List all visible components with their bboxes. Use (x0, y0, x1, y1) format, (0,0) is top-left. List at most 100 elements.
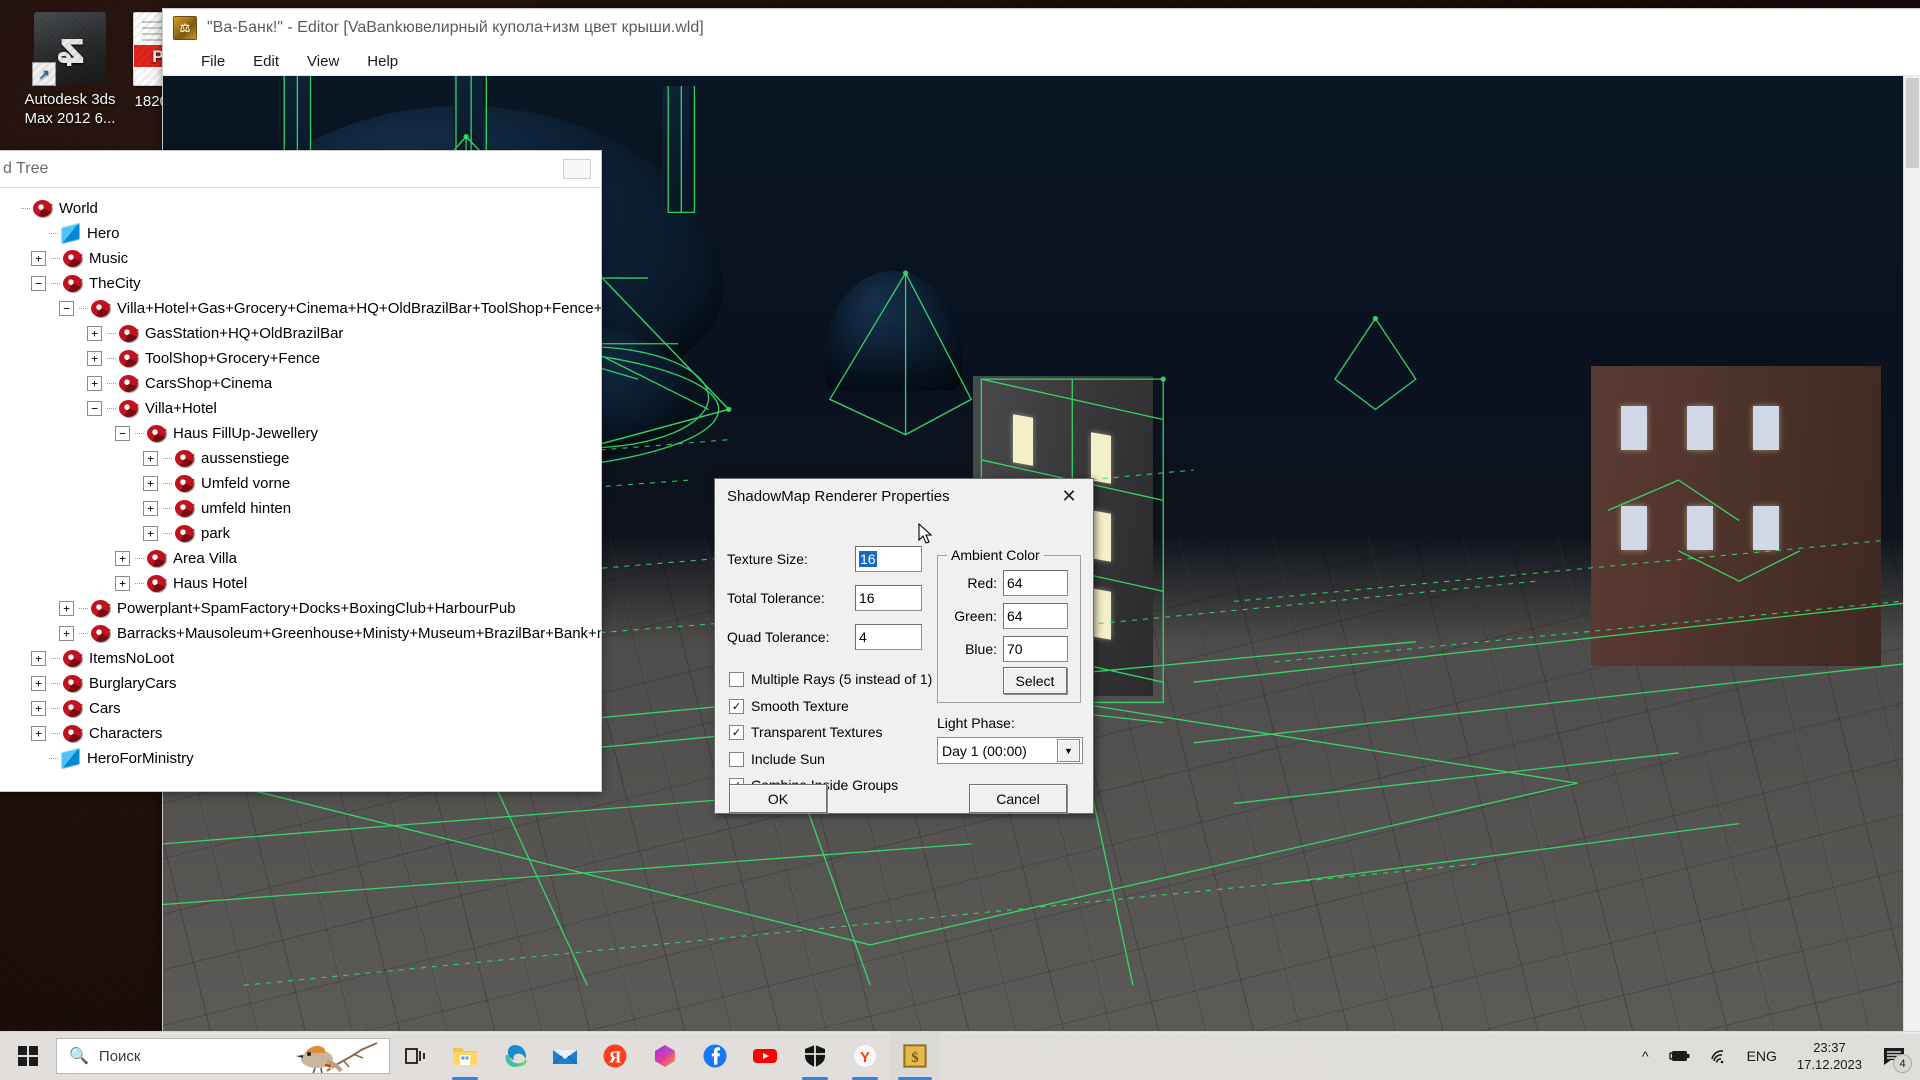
taskbar-button-yandex[interactable]: Я (590, 1032, 640, 1080)
menu-item-file[interactable]: File (187, 50, 239, 73)
start-button[interactable] (0, 1032, 56, 1080)
taskbar-button-mail[interactable] (540, 1032, 590, 1080)
expand-toggle-icon[interactable]: + (143, 451, 158, 466)
tree-node[interactable]: +BurglaryCars (0, 671, 601, 696)
tree-node[interactable]: World (0, 196, 601, 221)
menu-item-help[interactable]: Help (353, 50, 412, 73)
texture-size-input[interactable]: 16 (855, 546, 922, 572)
tree-node[interactable]: +Barracks+Mausoleum+Greenhouse+Ministy+M… (0, 621, 601, 646)
tree-node-label: umfeld hinten (201, 500, 291, 517)
expand-toggle-icon[interactable]: + (115, 576, 130, 591)
menu-item-edit[interactable]: Edit (239, 50, 293, 73)
expand-toggle-icon[interactable]: + (115, 551, 130, 566)
total-tolerance-input[interactable]: 16 (855, 585, 922, 611)
tree-node[interactable]: HeroForMinistry (0, 746, 601, 771)
taskbar-button-yandex-browser[interactable]: Y (840, 1032, 890, 1080)
checkbox-box[interactable]: ✓ (729, 699, 744, 714)
tree-node[interactable]: +Powerplant+SpamFactory+Docks+BoxingClub… (0, 596, 601, 621)
expand-toggle-icon[interactable]: + (143, 476, 158, 491)
tree-node[interactable]: +GasStation+HQ+OldBrazilBar (0, 321, 601, 346)
viewport-scrollbar-vertical[interactable] (1903, 76, 1920, 1033)
blue-input[interactable]: 70 (1003, 636, 1068, 662)
tree-node[interactable]: −TheCity (0, 271, 601, 296)
system-tray: ^ ENG 23:37 17.12.2023 (1634, 1032, 1920, 1080)
expand-toggle-icon[interactable]: + (143, 501, 158, 516)
expand-toggle-icon[interactable]: + (31, 676, 46, 691)
tree-node[interactable]: +aussenstiege (0, 446, 601, 471)
tree-node[interactable]: +Music (0, 246, 601, 271)
collapse-toggle-icon[interactable]: − (87, 401, 102, 416)
notification-center-button[interactable]: 4 (1874, 1032, 1914, 1080)
menu-item-view[interactable]: View (293, 50, 353, 73)
editor-titlebar[interactable]: ⚖ "Ва-Банк!" - Editor [VaBankювелирный к… (163, 9, 1920, 47)
tree-node[interactable]: +ToolShop+Grocery+Fence (0, 346, 601, 371)
world-tree[interactable]: WorldHero+Music−TheCity−Villa+Hotel+Gas+… (0, 188, 601, 791)
taskbar-button-vabank-editor[interactable]: $ (890, 1032, 940, 1080)
taskbar-button-shield-antivirus[interactable] (790, 1032, 840, 1080)
scrollbar-thumb[interactable] (1906, 78, 1919, 168)
quad-tolerance-input[interactable]: 4 (855, 624, 922, 650)
expand-toggle-icon[interactable]: + (31, 726, 46, 741)
tree-node[interactable]: −Villa+Hotel (0, 396, 601, 421)
tree-node[interactable]: −Villa+Hotel+Gas+Grocery+Cinema+HQ+OldBr… (0, 296, 601, 321)
tree-node[interactable]: +CarsShop+Cinema (0, 371, 601, 396)
language-indicator[interactable]: ENG (1739, 1032, 1785, 1080)
ok-button[interactable]: OK (729, 784, 827, 813)
tree-connector (135, 583, 144, 585)
tree-node[interactable]: Hero (0, 221, 601, 246)
expand-toggle-icon[interactable]: + (31, 701, 46, 716)
expand-toggle-icon[interactable]: + (87, 326, 102, 341)
tree-node[interactable]: +Umfeld vorne (0, 471, 601, 496)
checkbox-multiple-rays[interactable]: Multiple Rays (5 instead of 1) (729, 671, 932, 687)
tree-panel-titlebar[interactable]: d Tree (0, 151, 601, 187)
expand-toggle-icon[interactable]: + (31, 651, 46, 666)
checkbox-transparent-textures[interactable]: ✓ Transparent Textures (729, 724, 883, 740)
search-input[interactable]: 🔍 Поиск (56, 1038, 390, 1074)
close-icon[interactable]: ✕ (1049, 481, 1089, 511)
checkbox-box[interactable] (729, 752, 744, 767)
red-input[interactable]: 64 (1003, 570, 1068, 596)
expand-toggle-icon[interactable]: + (87, 376, 102, 391)
checkbox-smooth-texture[interactable]: ✓ Smooth Texture (729, 698, 849, 714)
checkbox-include-sun[interactable]: Include Sun (729, 751, 825, 767)
chevron-up-icon[interactable]: ^ (1634, 1032, 1657, 1080)
taskbar-button-microsoft-edge[interactable] (490, 1032, 540, 1080)
expand-toggle-icon[interactable]: + (143, 526, 158, 541)
taskbar-button-file-explorer[interactable] (440, 1032, 490, 1080)
tree-node[interactable]: + umfeld hinten (0, 496, 601, 521)
cancel-button[interactable]: Cancel (969, 784, 1067, 813)
shortcut-arrow-icon: ↗ (32, 62, 56, 86)
taskbar-button-photos[interactable] (640, 1032, 690, 1080)
expand-toggle-icon[interactable]: + (87, 351, 102, 366)
tree-node[interactable]: +Area Villa (0, 546, 601, 571)
battery-charging-icon[interactable] (1659, 1032, 1699, 1080)
collapse-toggle-icon[interactable]: − (115, 426, 130, 441)
checkbox-box[interactable] (729, 672, 744, 687)
tree-node[interactable]: −Haus FillUp-Jewellery (0, 421, 601, 446)
taskbar-button-task-view[interactable] (390, 1032, 440, 1080)
select-color-button[interactable]: Select (1003, 667, 1067, 694)
collapse-toggle-icon[interactable]: − (31, 276, 46, 291)
group-icon (175, 500, 194, 517)
light-phase-select[interactable]: Day 1 (00:00) ▼ (937, 737, 1083, 764)
chevron-down-icon[interactable]: ▼ (1057, 739, 1080, 762)
group-icon (119, 325, 138, 342)
wifi-icon[interactable] (1701, 1032, 1737, 1080)
tree-node[interactable]: +Cars (0, 696, 601, 721)
checkbox-box[interactable]: ✓ (729, 725, 744, 740)
tree-node[interactable]: +Characters (0, 721, 601, 746)
collapse-toggle-icon[interactable]: − (59, 301, 74, 316)
green-input[interactable]: 64 (1003, 603, 1068, 629)
dialog-titlebar[interactable]: ShadowMap Renderer Properties ✕ (715, 479, 1093, 513)
tree-node[interactable]: +ItemsNoLoot (0, 646, 601, 671)
tree-node[interactable]: +Haus Hotel (0, 571, 601, 596)
tree-node[interactable]: +park (0, 521, 601, 546)
expand-toggle-icon[interactable]: + (31, 251, 46, 266)
expand-toggle-icon[interactable]: + (59, 626, 74, 641)
taskbar-button-facebook[interactable] (690, 1032, 740, 1080)
clock[interactable]: 23:37 17.12.2023 (1787, 1032, 1872, 1080)
taskbar-button-youtube[interactable] (740, 1032, 790, 1080)
expand-toggle-icon[interactable]: + (59, 601, 74, 616)
tree-panel-close-button[interactable] (563, 159, 591, 179)
group-icon (91, 600, 110, 617)
